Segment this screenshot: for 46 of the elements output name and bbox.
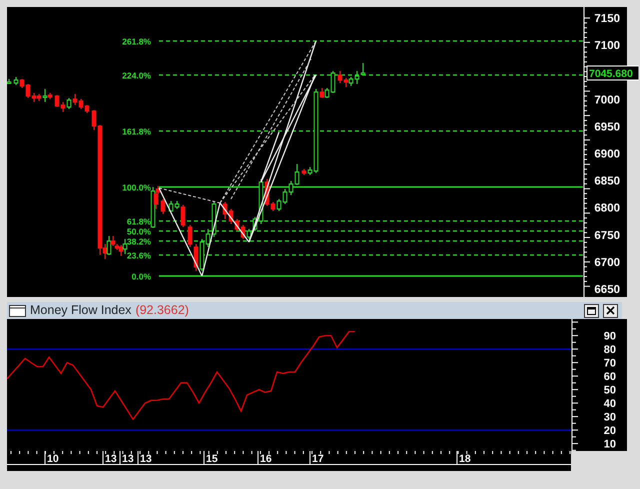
close-button[interactable] (603, 304, 618, 318)
indicator-axis-label: 40 (604, 398, 616, 410)
price-axis-label: 6700 (594, 256, 620, 269)
window-icon (9, 304, 26, 316)
indicator-axis-label: 20 (604, 425, 616, 438)
fib-level-label: 161.8% (122, 126, 151, 136)
time-axis-label: 13 (105, 453, 117, 465)
time-axis-label: 13 (140, 453, 152, 465)
maximize-button[interactable] (584, 304, 599, 318)
indicator-axis-label: 30 (604, 412, 616, 424)
price-axis-label: 7150 (594, 13, 620, 25)
indicator-axis-label: 70 (604, 358, 616, 370)
price-axis-label: 7100 (594, 40, 620, 52)
time-axis-label: 17 (312, 453, 324, 465)
indicator-title: Money Flow Index (30, 302, 132, 320)
fib-level-label: 23.6% (126, 250, 151, 260)
indicator-axis-label: 10 (604, 438, 616, 451)
price-axis-label: 7000 (594, 94, 620, 106)
price-axis-label: 6850 (594, 176, 620, 188)
fib-level-label: 50.0% (126, 226, 151, 236)
price-axis-label: 6900 (594, 148, 620, 160)
price-axis-label: 6750 (594, 230, 620, 242)
maximize-icon (587, 306, 596, 314)
candlestick (160, 198, 166, 214)
fib-level-label: 224.0% (122, 70, 151, 80)
time-axis-label: 15 (206, 453, 218, 465)
time-axis-label: 18 (459, 453, 471, 465)
fib-level-label: 261.8% (122, 36, 151, 46)
indicator-axis-label: 80 (604, 344, 616, 356)
fib-level-label: 61.8% (126, 216, 151, 226)
indicator-axis-label: 60 (604, 371, 616, 384)
indicator-axis-label: 90 (604, 330, 616, 343)
indicator-axis-label: 50 (604, 384, 616, 397)
fib-level-label: 100.0% (122, 182, 151, 192)
close-icon (606, 306, 615, 315)
price-axis-label: 6800 (594, 202, 620, 215)
price-axis-label: 6650 (594, 284, 620, 296)
candlestick (7, 78, 12, 84)
time-axis-label: 16 (260, 453, 272, 465)
time-axis-label: 10 (47, 453, 59, 465)
fib-level-label: 38.2% (126, 236, 151, 246)
price-axis-label: 6950 (594, 121, 620, 134)
time-axis-label: 13 (122, 453, 134, 465)
fib-level-label: 0.0% (132, 272, 151, 282)
last-price-label: 7045.680 (586, 66, 639, 80)
indicator-value: (92.3662) (135, 302, 189, 320)
